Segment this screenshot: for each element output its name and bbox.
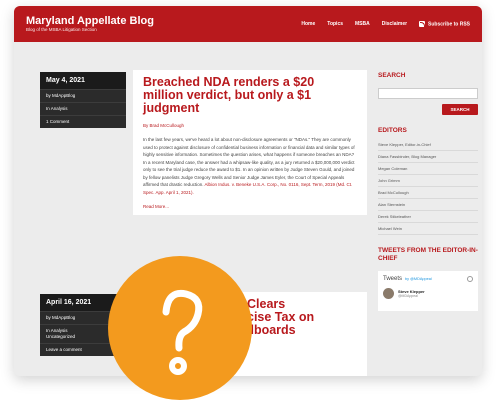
editor-link[interactable]: Brad McCullough — [378, 187, 478, 199]
site-header: Maryland Appellate Blog Blog of the MSBA… — [14, 6, 482, 42]
post-meta-box: May 4, 2021 by MdAppBlog In Analysis 1 C… — [40, 72, 126, 128]
subscribe-rss-link[interactable]: Subscribe to RSS — [419, 20, 470, 28]
editors-heading: EDITORS — [378, 127, 407, 134]
post-title-line: llboards — [247, 323, 296, 337]
nav-home[interactable]: Home — [301, 21, 315, 27]
rss-icon — [419, 20, 426, 27]
post-category[interactable]: In Analysis — [46, 328, 68, 333]
post-category[interactable]: Uncategorized — [46, 334, 75, 339]
post-author[interactable]: by MdAppBlog — [40, 89, 126, 102]
info-icon[interactable] — [467, 276, 473, 282]
post-body: In the last few years, we've heard a lot… — [143, 136, 357, 196]
search-input[interactable] — [378, 88, 478, 99]
tweet-author-handle: @MDAppeal — [398, 294, 418, 298]
site-brand[interactable]: Maryland Appellate Blog Blog of the MSBA… — [26, 15, 154, 33]
nav-msba[interactable]: MSBA — [355, 21, 370, 27]
tweet-item[interactable]: Steve Klepper @MDAppeal — [383, 288, 473, 299]
editor-link[interactable]: Steve Klepper, Editor-in-Chief — [378, 139, 478, 151]
editor-link[interactable]: John Grimm — [378, 175, 478, 187]
tweets-handle[interactable]: by @MDAppeal — [405, 277, 432, 281]
site-subtitle: Blog of the MSBA Litigation Section — [26, 27, 97, 32]
subscribe-rss-label: Subscribe to RSS — [428, 21, 470, 28]
post-category[interactable]: In Analysis — [40, 102, 126, 115]
question-mark-icon — [162, 289, 203, 375]
editor-link[interactable]: Megan Coleman — [378, 163, 478, 175]
search-button[interactable]: SEARCH — [442, 104, 478, 115]
sidebar: SEARCH SEARCH EDITORS Steve Klepper, Edi… — [378, 72, 478, 311]
post-title[interactable]: Breached NDA renders a $20 million verdi… — [143, 76, 357, 115]
blog-post: Breached NDA renders a $20 million verdi… — [133, 70, 367, 215]
tweets-label: Tweets — [383, 276, 403, 282]
read-more-link[interactable]: Read More... — [143, 204, 357, 209]
search-heading: SEARCH — [378, 72, 406, 79]
nav-topics[interactable]: Topics — [327, 21, 343, 27]
main-nav: Home Topics MSBA Disclaimer Subscribe to… — [301, 20, 470, 28]
avatar — [383, 288, 394, 299]
twitter-widget[interactable]: Tweets by @MDAppeal Steve Klepper @MDApp… — [378, 271, 478, 311]
nav-disclaimer[interactable]: Disclaimer — [382, 21, 407, 27]
editor-link[interactable]: Michael Wein — [378, 223, 478, 235]
editor-link[interactable]: Alan Sternstein — [378, 199, 478, 211]
tweets-heading: TWEETS FROM THE EDITOR-IN-CHIEF — [378, 247, 478, 262]
post-body-text: In the last few years, we've heard a lot… — [143, 137, 355, 187]
editor-link[interactable]: Derek Stikeleather — [378, 211, 478, 223]
site-title[interactable]: Maryland Appellate Blog — [26, 15, 154, 27]
tweets-header: Tweets by @MDAppeal — [383, 276, 473, 282]
tweet-author-block: Steve Klepper @MDAppeal — [394, 289, 425, 298]
editor-link[interactable]: Diana Fassbinder, Blog Manager — [378, 151, 478, 163]
question-badge — [108, 256, 252, 400]
post-byline[interactable]: By Brad McCullough — [143, 123, 357, 128]
post-comments-link[interactable]: 1 Comment — [40, 115, 126, 128]
post-date: May 4, 2021 — [40, 72, 126, 89]
